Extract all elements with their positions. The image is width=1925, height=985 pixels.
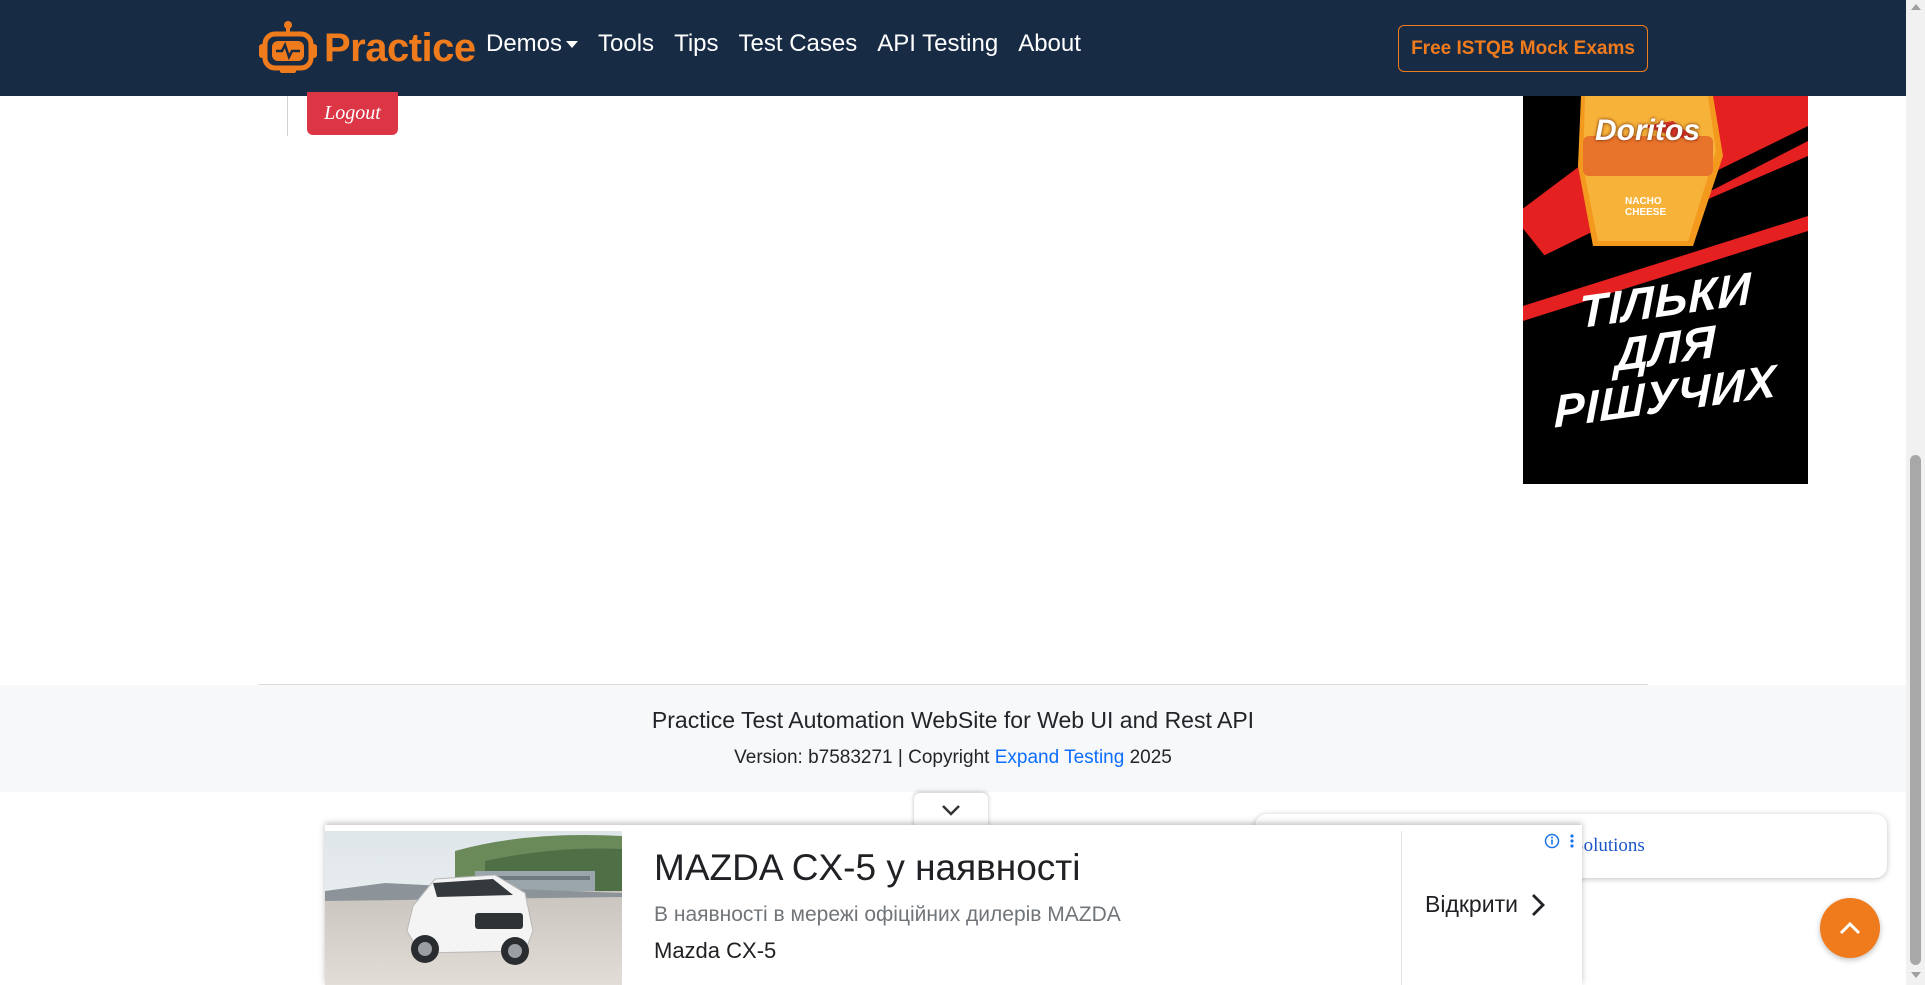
nav-demos[interactable]: Demos bbox=[486, 30, 579, 58]
footer-title: Practice Test Automation WebSite for Web… bbox=[651, 707, 1255, 733]
scroll-thumb[interactable] bbox=[1910, 455, 1921, 965]
ad-brand: Mazda CX-5 bbox=[654, 938, 777, 963]
scroll-up-arrow-icon[interactable] bbox=[1911, 4, 1921, 10]
ad-open-label: Відкрити bbox=[1425, 891, 1518, 917]
nav-demos-label: Demos bbox=[486, 30, 563, 57]
ad-headline[interactable]: MAZDA CX-5 у наявності bbox=[654, 847, 1080, 889]
collapse-ad-button[interactable] bbox=[914, 793, 988, 827]
doritos-side-ad[interactable]: Doritos NACHO CHEESE ТІЛЬКИ ДЛЯ РІШУЧИХ bbox=[1523, 96, 1808, 484]
version-text: Version: b7583271 | Copyright bbox=[734, 747, 995, 768]
robot-icon bbox=[258, 20, 318, 76]
brand-text: Practice bbox=[324, 25, 476, 70]
nav-tips[interactable]: Tips bbox=[674, 30, 718, 58]
copyright-year: 2025 bbox=[1124, 747, 1172, 768]
car-photo bbox=[325, 831, 622, 985]
content-divider bbox=[287, 96, 288, 136]
scroll-down-arrow-icon[interactable] bbox=[1911, 972, 1921, 978]
nav-test-cases[interactable]: Test Cases bbox=[739, 30, 858, 58]
ad-open-button[interactable]: Відкрити bbox=[1425, 891, 1548, 918]
ad-divider bbox=[1401, 831, 1402, 985]
ad-info-icon[interactable] bbox=[1544, 833, 1560, 854]
caret-down-icon bbox=[566, 41, 579, 49]
doritos-logo-text: Doritos bbox=[1595, 114, 1700, 147]
ad-description: В наявності в мережі офіційних дилерів M… bbox=[654, 903, 1121, 926]
logout-button[interactable]: Logout bbox=[307, 92, 398, 135]
chevron-right-icon bbox=[1531, 893, 1545, 916]
page-footer: Practice Test Automation WebSite for Web… bbox=[0, 685, 1906, 792]
nav-api-testing[interactable]: API Testing bbox=[877, 30, 998, 58]
nav-tools[interactable]: Tools bbox=[598, 30, 654, 58]
flavor-label: NACHO CHEESE bbox=[1625, 196, 1667, 218]
istqb-mock-exams-button[interactable]: Free ISTQB Mock Exams bbox=[1398, 25, 1648, 72]
chevron-down-icon bbox=[942, 805, 960, 816]
scroll-to-top-button[interactable] bbox=[1820, 898, 1880, 958]
main-nav: Demos Tools Tips Test Cases API Testing … bbox=[486, 30, 1101, 58]
chevron-up-icon bbox=[1839, 921, 1861, 935]
brand-link[interactable]: Practice bbox=[258, 18, 476, 78]
mazda-bottom-ad[interactable]: MAZDA CX-5 у наявності В наявності в мер… bbox=[325, 825, 1582, 985]
ad-menu-icon[interactable] bbox=[1569, 833, 1575, 854]
solutions-link[interactable]: Solutions bbox=[1573, 835, 1645, 857]
expand-testing-link[interactable]: Expand Testing bbox=[995, 747, 1125, 768]
top-navbar: Practice Demos Tools Tips Test Cases API… bbox=[0, 0, 1906, 96]
footer-version: Version: b7583271 | Copyright Expand Tes… bbox=[0, 747, 1906, 769]
nav-about[interactable]: About bbox=[1018, 30, 1081, 58]
page-scrollbar[interactable] bbox=[1906, 0, 1925, 985]
